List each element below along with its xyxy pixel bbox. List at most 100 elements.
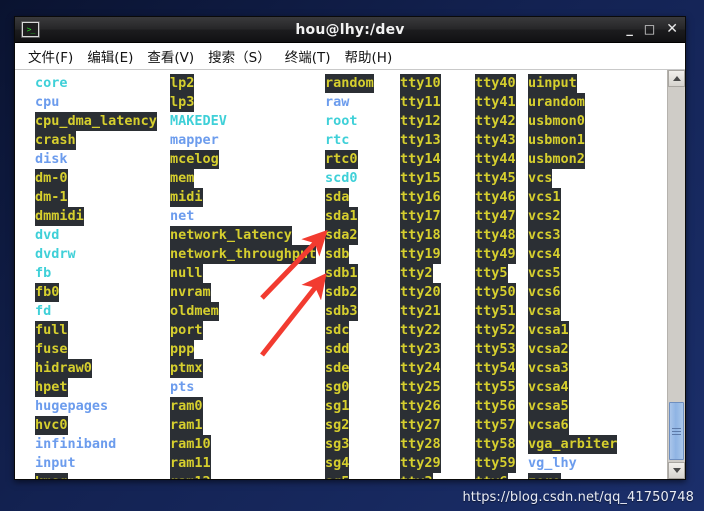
ls-entry: tty57 [475, 416, 516, 435]
ls-entry: usbmon2 [528, 150, 585, 169]
ls-entry: tty22 [400, 321, 441, 340]
ls-entry: tty42 [475, 112, 516, 131]
ls-entry: usbmon0 [528, 112, 585, 131]
ls-entry: MAKEDEV [170, 113, 227, 129]
ls-entry: ram12 [170, 473, 211, 479]
ls-entry: tty28 [400, 435, 441, 454]
ls-entry: sg1 [325, 397, 350, 416]
ls-entry: urandom [528, 93, 585, 112]
ls-entry: vcs [528, 169, 553, 188]
ls-entry: sg0 [325, 378, 350, 397]
ls-entry: ram1 [170, 416, 203, 435]
ls-entry: sg4 [325, 454, 350, 473]
menu-help[interactable]: 帮助(H) [338, 44, 400, 68]
ls-entry: null [170, 264, 203, 283]
menu-terminal[interactable]: 终端(T) [278, 44, 338, 68]
ls-entry: cpu [35, 94, 60, 110]
ls-entry: kmsg [35, 473, 68, 479]
ls-entry: tty55 [475, 378, 516, 397]
ls-entry: ppp [170, 340, 195, 359]
ls-entry: tty17 [400, 207, 441, 226]
ls-entry: tty10 [400, 74, 441, 93]
ls-entry: tty25 [400, 378, 441, 397]
ls-entry: sg5 [325, 473, 350, 479]
maximize-button[interactable]: □ [644, 23, 655, 36]
watermark-url: https://blog.csdn.net/qq_41750748 [462, 490, 694, 505]
scrollbar-track[interactable] [668, 87, 685, 462]
ls-entry: root [325, 113, 358, 129]
ls-entry: tty15 [400, 169, 441, 188]
ls-entry: tty16 [400, 188, 441, 207]
ls-entry: vcsa4 [528, 378, 569, 397]
ls-entry: infiniband [35, 436, 117, 452]
ls-entry: scd0 [325, 170, 358, 186]
scrollbar-thumb[interactable] [669, 402, 684, 460]
ls-entry: tty23 [400, 340, 441, 359]
ls-column: lp2 lp3 MAKEDEV mapper mcelog mem midi net netwo… [170, 74, 317, 479]
ls-entry: tty43 [475, 131, 516, 150]
ls-entry: input [35, 455, 76, 471]
ls-entry: tty49 [475, 245, 516, 264]
ls-entry: tty3 [400, 473, 433, 479]
ls-entry: ram11 [170, 454, 211, 473]
ls-entry: dm-1 [35, 188, 68, 207]
ls-entry: tty26 [400, 397, 441, 416]
ls-entry: tty11 [400, 93, 441, 112]
ls-entry: disk [35, 151, 68, 167]
ls-entry: fb [35, 265, 52, 281]
ls-entry: vcs6 [528, 283, 561, 302]
ls-entry: mem [170, 169, 195, 188]
window-titlebar[interactable]: >_ hou@lhy:/dev _ □ ✕ [15, 17, 685, 43]
ls-entry: dmmidi [35, 207, 84, 226]
window-title: hou@lhy:/dev [295, 21, 405, 38]
scroll-up-button[interactable] [668, 70, 685, 87]
ls-entry: tty2 [400, 264, 433, 283]
ls-entry: lp2 [170, 74, 195, 93]
ls-entry: uinput [528, 74, 577, 93]
ls-entry: tty56 [475, 397, 516, 416]
vertical-scrollbar[interactable] [667, 70, 685, 479]
minimize-button[interactable]: _ [626, 23, 633, 36]
ls-entry: tty50 [475, 283, 516, 302]
ls-entry: usbmon1 [528, 131, 585, 150]
window-controls: _ □ ✕ [626, 22, 678, 36]
ls-entry: crash [35, 131, 76, 150]
menu-file[interactable]: 文件(F) [21, 44, 80, 68]
ls-entry: tty48 [475, 226, 516, 245]
ls-column: random raw root rtc rtc0 scd0 sda sda1 sda2 sdb sd… [325, 74, 374, 479]
ls-entry: lp3 [170, 93, 195, 112]
menu-edit[interactable]: 编辑(E) [80, 44, 140, 68]
ls-entry: oldmem [170, 302, 219, 321]
ls-entry: cpu_dma_latency [35, 112, 157, 131]
menu-view[interactable]: 查看(V) [140, 44, 201, 68]
scroll-down-button[interactable] [668, 462, 685, 479]
ls-entry: tty40 [475, 74, 516, 93]
terminal-output[interactable]: core cpu cpu_dma_latency crash disk dm-0 dm-1 d… [15, 70, 667, 479]
ls-entry: sda2 [325, 226, 358, 245]
ls-entry: network_latency [170, 226, 292, 245]
menu-search[interactable]: 搜索（S） [201, 44, 278, 68]
ls-entry: vcs1 [528, 188, 561, 207]
ls-entry: tty5 [475, 264, 508, 283]
ls-entry: vcs3 [528, 226, 561, 245]
ls-entry: tty20 [400, 283, 441, 302]
close-button[interactable]: ✕ [666, 22, 678, 36]
ls-entry: sdb3 [325, 302, 358, 321]
ls-entry: sde [325, 359, 350, 378]
ls-entry: vcsa5 [528, 397, 569, 416]
ls-entry: core [35, 75, 68, 91]
chevron-down-icon [672, 468, 681, 473]
ls-entry: hvc0 [35, 416, 68, 435]
ls-entry: hpet [35, 378, 68, 397]
ls-entry: tty54 [475, 359, 516, 378]
menubar: 文件(F) 编辑(E) 查看(V) 搜索（S） 终端(T) 帮助(H) [15, 43, 685, 70]
ls-entry: vg_lhy [528, 455, 577, 471]
ls-entry: sg3 [325, 435, 350, 454]
ls-entry: tty12 [400, 112, 441, 131]
terminal-icon: >_ [21, 21, 40, 38]
ls-entry: sg2 [325, 416, 350, 435]
ls-entry: net [170, 208, 195, 224]
ls-entry: rtc0 [325, 150, 358, 169]
ls-entry: tty52 [475, 321, 516, 340]
ls-entry: mapper [170, 132, 219, 148]
